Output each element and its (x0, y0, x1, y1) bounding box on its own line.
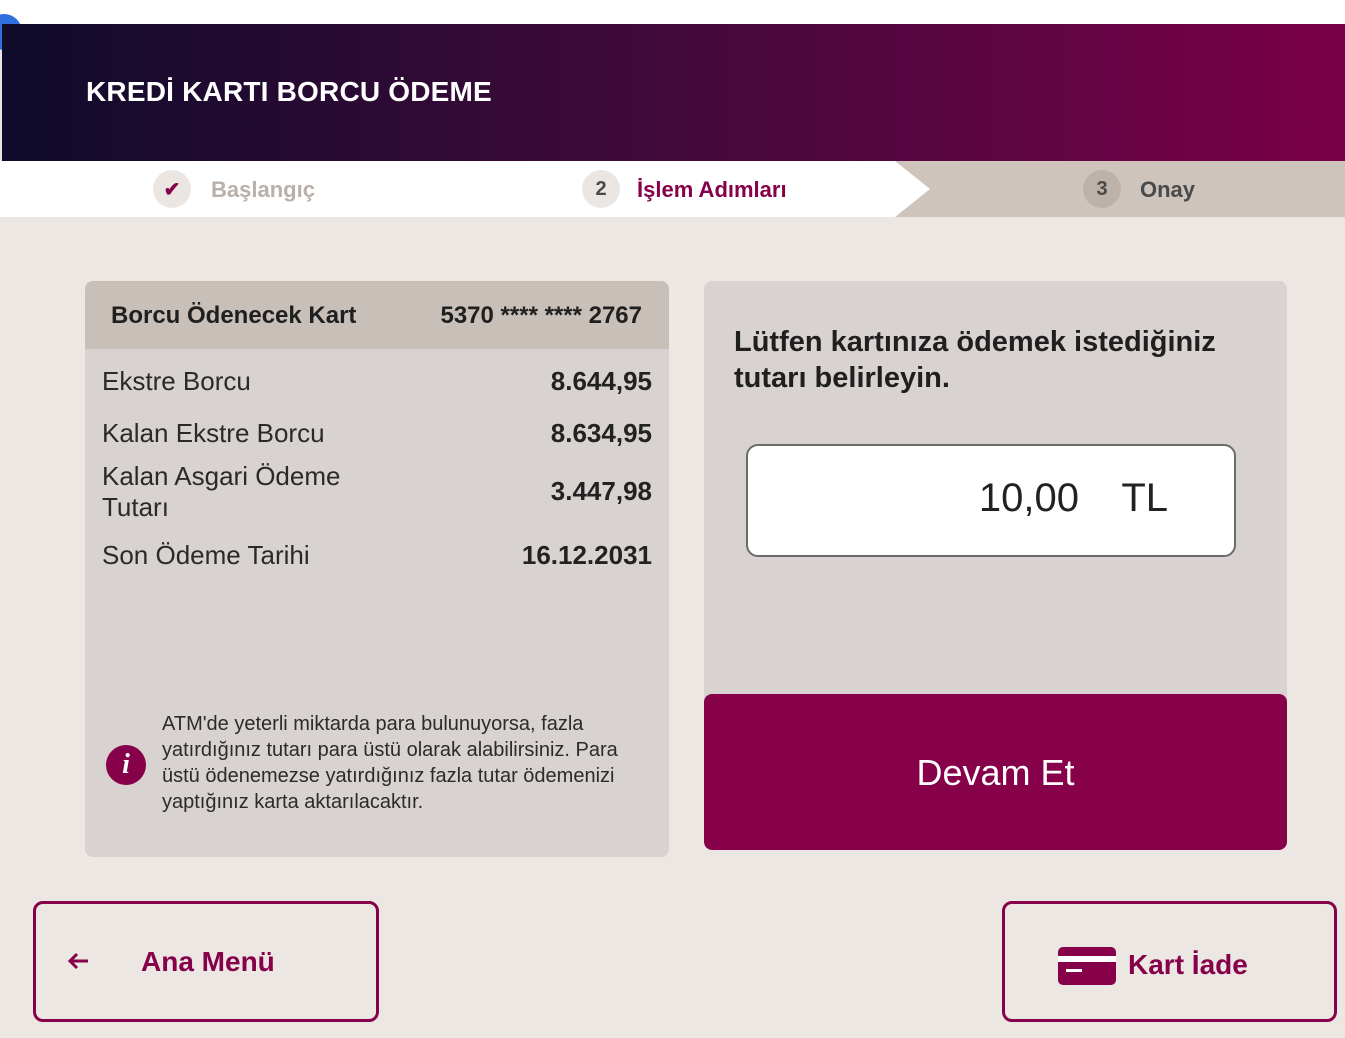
info-message: ATM'de yeterli miktarda para bulunuyorsa… (162, 713, 618, 813)
continue-button-label: Devam Et (916, 752, 1075, 793)
amount-input[interactable]: 10,00 TL (746, 444, 1236, 557)
page-header: KREDİ KARTI BORCU ÖDEME (2, 24, 1345, 161)
amount-prompt: Lütfen kartınıza ödemek istediğiniz tuta… (734, 326, 1216, 394)
remaining-min-payment-value: 3.447,98 (550, 476, 652, 506)
step-1-label: Başlangıç (211, 177, 315, 202)
due-date-value: 16.12.2031 (521, 540, 652, 570)
step-2-label: İşlem Adımları (637, 177, 787, 202)
step-3-label: Onay (1140, 177, 1196, 202)
arrow-left-icon (66, 948, 92, 974)
remaining-min-payment-row: Kalan Asgari Ödeme Tutarı 3.447,98 (102, 461, 652, 523)
progress-stepper: ✔ Başlangıç 2 İşlem Adımları 3 Onay (0, 161, 1345, 217)
credit-card-icon (1058, 947, 1116, 985)
payment-amount-panel: Lütfen kartınıza ödemek istediğiniz tuta… (704, 281, 1287, 850)
stepper-active-segment (0, 161, 930, 217)
main-menu-button[interactable]: Ana Menü (33, 901, 379, 1022)
top-strip (0, 0, 1345, 24)
info-icon: i (106, 745, 146, 785)
main-menu-label: Ana Menü (141, 946, 275, 977)
card-number: 5370 **** **** 2767 (440, 302, 642, 329)
card-return-label: Kart İade (1128, 949, 1248, 980)
step-3-number: 3 (1083, 170, 1121, 208)
statement-debt-value: 8.644,95 (550, 366, 652, 396)
page-title: KREDİ KARTI BORCU ÖDEME (86, 76, 492, 107)
amount-currency: TL (1121, 476, 1168, 520)
step-2-number: 2 (582, 170, 620, 208)
card-return-button[interactable]: Kart İade (1002, 901, 1337, 1022)
remaining-statement-debt-label: Kalan Ekstre Borcu (102, 418, 325, 448)
card-title: Borcu Ödenecek Kart (111, 302, 357, 329)
due-date-label: Son Ödeme Tarihi (102, 540, 310, 570)
amount-value: 10,00 (978, 476, 1079, 520)
due-date-row: Son Ödeme Tarihi 16.12.2031 (102, 540, 652, 574)
statement-debt-label: Ekstre Borcu (102, 366, 251, 396)
continue-button[interactable]: Devam Et (704, 694, 1287, 850)
card-info-panel: Borcu Ödenecek Kart 5370 **** **** 2767 … (85, 281, 669, 857)
card-panel-header: Borcu Ödenecek Kart 5370 **** **** 2767 (85, 281, 669, 349)
statement-debt-row: Ekstre Borcu 8.644,95 (102, 366, 652, 400)
remaining-statement-debt-value: 8.634,95 (550, 418, 652, 448)
remaining-min-payment-label: Kalan Asgari Ödeme Tutarı (102, 461, 341, 522)
remaining-statement-debt-row: Kalan Ekstre Borcu 8.634,95 (102, 418, 652, 452)
step-1-check-icon: ✔ (153, 170, 191, 208)
